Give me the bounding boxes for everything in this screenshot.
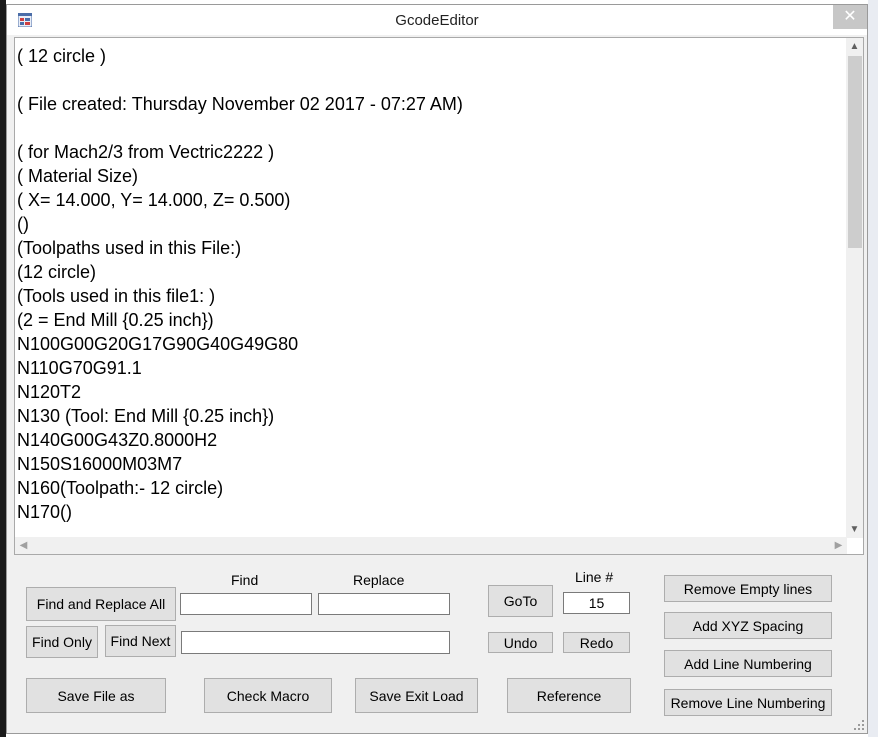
close-icon[interactable]: ✕ bbox=[833, 5, 867, 29]
scroll-left-icon[interactable]: ◀ bbox=[15, 537, 32, 554]
editor-line[interactable]: ( 12 circle ) bbox=[17, 44, 845, 68]
gcode-text-area[interactable]: ( 12 circle ) ( File created: Thursday No… bbox=[14, 37, 864, 555]
editor-line[interactable]: N120T2 bbox=[17, 380, 845, 404]
editor-line[interactable]: (2 = End Mill {0.25 inch}) bbox=[17, 308, 845, 332]
goto-button[interactable]: GoTo bbox=[488, 585, 553, 617]
editor-line[interactable]: (Toolpaths used in this File:) bbox=[17, 236, 845, 260]
editor-line[interactable]: (12 circle) bbox=[17, 260, 845, 284]
editor-line[interactable]: ( for Mach2/3 from Vectric2222 ) bbox=[17, 140, 845, 164]
editor-line[interactable]: N150S16000M03M7 bbox=[17, 452, 845, 476]
editor-line[interactable] bbox=[17, 68, 845, 92]
editor-line[interactable]: () bbox=[17, 212, 845, 236]
find-next-button[interactable]: Find Next bbox=[105, 625, 176, 657]
editor-line[interactable]: N170() bbox=[17, 500, 845, 524]
line-number-label: Line # bbox=[575, 569, 614, 585]
editor-line[interactable]: (Tools used in this file1: ) bbox=[17, 284, 845, 308]
replace-input[interactable] bbox=[318, 593, 450, 615]
editor-line[interactable]: N110G70G91.1 bbox=[17, 356, 845, 380]
editor-line[interactable]: N130 (Tool: End Mill {0.25 inch}) bbox=[17, 404, 845, 428]
find-and-replace-all-button[interactable]: Find and Replace All bbox=[26, 587, 176, 621]
resize-grip-icon[interactable] bbox=[853, 719, 865, 731]
line-number-input[interactable]: 15 bbox=[563, 592, 630, 614]
editor-line[interactable]: ( Material Size) bbox=[17, 164, 845, 188]
editor-line[interactable]: ( X= 14.000, Y= 14.000, Z= 0.500) bbox=[17, 188, 845, 212]
editor-line[interactable]: N100G00G20G17G90G40G49G80 bbox=[17, 332, 845, 356]
scroll-down-icon[interactable]: ▼ bbox=[846, 521, 863, 538]
replace-label: Replace bbox=[353, 572, 405, 588]
title-bar[interactable]: GcodeEditor ✕ bbox=[7, 5, 867, 35]
check-macro-button[interactable]: Check Macro bbox=[204, 678, 332, 713]
scroll-right-icon[interactable]: ▶ bbox=[830, 537, 847, 554]
reference-button[interactable]: Reference bbox=[507, 678, 631, 713]
remove-empty-lines-button[interactable]: Remove Empty lines bbox=[664, 575, 832, 602]
remove-line-numbering-button[interactable]: Remove Line Numbering bbox=[664, 689, 832, 716]
find-input[interactable] bbox=[180, 593, 312, 615]
scroll-up-icon[interactable]: ▲ bbox=[846, 38, 863, 55]
add-xyz-spacing-button[interactable]: Add XYZ Spacing bbox=[664, 612, 832, 639]
gcode-editor-window: GcodeEditor ✕ ( 12 circle ) ( File create… bbox=[6, 4, 868, 734]
editor-line[interactable]: N140G00G43Z0.8000H2 bbox=[17, 428, 845, 452]
redo-button[interactable]: Redo bbox=[563, 632, 630, 653]
editor-lines[interactable]: ( 12 circle ) ( File created: Thursday No… bbox=[15, 44, 845, 524]
add-line-numbering-button[interactable]: Add Line Numbering bbox=[664, 650, 832, 677]
window-title: GcodeEditor bbox=[395, 12, 479, 29]
undo-button[interactable]: Undo bbox=[488, 632, 553, 653]
desktop-background-right bbox=[868, 0, 878, 737]
vertical-scroll-thumb[interactable] bbox=[848, 56, 862, 248]
vertical-scrollbar[interactable]: ▲ ▼ bbox=[846, 38, 863, 538]
save-exit-load-button[interactable]: Save Exit Load bbox=[355, 678, 478, 713]
find-next-input[interactable] bbox=[181, 631, 450, 654]
editor-line[interactable]: ( File created: Thursday November 02 201… bbox=[17, 92, 845, 116]
save-file-as-button[interactable]: Save File as bbox=[26, 678, 166, 713]
horizontal-scrollbar[interactable]: ◀ ▶ bbox=[15, 537, 847, 554]
find-only-button[interactable]: Find Only bbox=[26, 626, 98, 658]
find-label: Find bbox=[231, 572, 259, 588]
editor-line[interactable] bbox=[17, 116, 845, 140]
editor-line[interactable]: N160(Toolpath:- 12 circle) bbox=[17, 476, 845, 500]
